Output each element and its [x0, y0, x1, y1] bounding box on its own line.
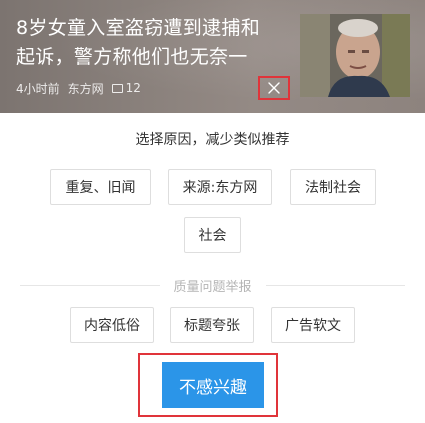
- reason-society[interactable]: 社会: [184, 217, 241, 253]
- thumbnail-image: [300, 14, 410, 97]
- comment-icon: [111, 84, 123, 93]
- quality-report-label: 质量问题举报: [173, 279, 252, 295]
- comment-count-value: 12: [125, 81, 141, 95]
- reason-legal-society[interactable]: 法制社会: [290, 169, 376, 205]
- quality-report-divider: 质量问题举报: [20, 276, 406, 295]
- comment-count: 12: [111, 81, 141, 95]
- not-interested-button[interactable]: 不感兴趣: [162, 362, 264, 408]
- quality-vulgar-content[interactable]: 内容低俗: [70, 307, 154, 343]
- dismiss-button[interactable]: [258, 76, 290, 100]
- reason-source[interactable]: 来源:东方网: [168, 169, 272, 205]
- divider-line-right: [265, 284, 406, 286]
- divider-line-left: [20, 284, 160, 286]
- news-card[interactable]: 8岁女童入室盗窃遭到逮捕和起诉，警方称他们也无奈一 4小时前 东方网 12: [0, 0, 425, 113]
- close-icon: [268, 82, 280, 94]
- news-meta: 4小时前 东方网 12: [16, 79, 141, 97]
- news-time: 4小时前: [16, 81, 60, 96]
- news-thumbnail: [300, 14, 410, 97]
- news-source: 东方网: [67, 81, 104, 96]
- reason-repeated-old-news[interactable]: 重复、旧闻: [50, 169, 151, 205]
- news-title: 8岁女童入室盗窃遭到逮捕和起诉，警方称他们也无奈一: [16, 17, 260, 68]
- quality-clickbait-title[interactable]: 标题夸张: [170, 307, 254, 343]
- reason-prompt: 选择原因，减少类似推荐: [135, 132, 290, 148]
- quality-advertorial[interactable]: 广告软文: [271, 307, 355, 343]
